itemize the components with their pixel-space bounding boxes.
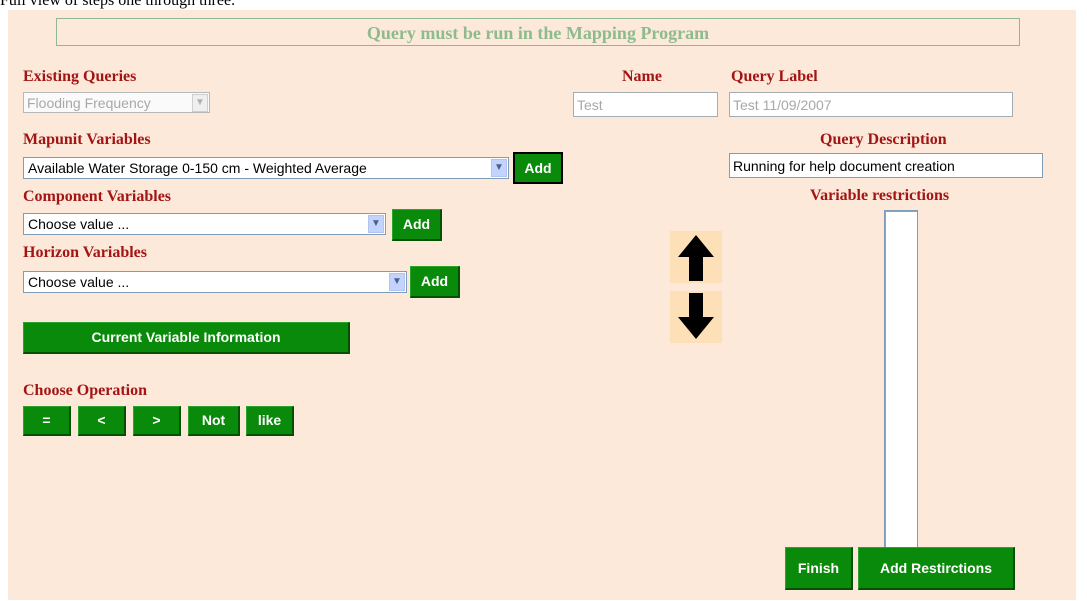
add-restrictions-button[interactable]: Add Restirctions [858,547,1015,590]
query-description-field[interactable]: Running for help document creation [729,153,1043,178]
mapunit-variables-select[interactable]: Available Water Storage 0-150 cm - Weigh… [23,157,509,179]
component-variables-label: Component Variables [23,188,172,205]
component-add-button[interactable]: Add [392,209,442,241]
move-down-button[interactable] [670,291,722,343]
mapunit-variables-label: Mapunit Variables [23,131,151,148]
name-field: Test [573,92,718,117]
operator-less-than-button[interactable]: < [78,406,126,436]
horizon-variables-label: Horizon Variables [23,244,148,261]
component-variables-value: Choose value ... [28,216,130,232]
page-caption: Full view of steps one through three. [0,0,236,9]
variable-restrictions-textarea[interactable] [884,210,918,565]
chevron-down-icon[interactable]: ▼ [491,159,507,177]
query-label-label: Query Label [731,68,818,85]
operator-like-button[interactable]: like [246,406,294,436]
query-label-field: Test 11/09/2007 [729,92,1013,117]
chevron-down-icon[interactable]: ▼ [368,215,384,233]
chevron-down-icon[interactable]: ▼ [389,273,405,291]
operator-equals-button[interactable]: = [23,406,71,436]
choose-operation-label: Choose Operation [23,382,147,399]
query-description-label: Query Description [820,131,947,148]
existing-queries-label: Existing Queries [23,68,137,85]
component-variables-select[interactable]: Choose value ... ▼ [23,213,386,235]
mapping-program-banner: Query must be run in the Mapping Program [56,18,1020,46]
operator-not-button[interactable]: Not [188,406,240,436]
finish-button[interactable]: Finish [785,547,853,590]
existing-queries-select: Flooding Frequency ▼ [23,92,210,113]
arrow-up-icon [678,235,714,281]
chevron-down-icon: ▼ [192,94,208,112]
horizon-variables-value: Choose value ... [28,274,130,290]
mapunit-variables-value: Available Water Storage 0-150 cm - Weigh… [28,160,367,176]
current-variable-information-button[interactable]: Current Variable Information [23,322,350,354]
horizon-add-button[interactable]: Add [410,266,460,298]
horizon-variables-select[interactable]: Choose value ... ▼ [23,271,407,293]
move-up-button[interactable] [670,231,722,283]
variable-restrictions-label: Variable restrictions [810,187,950,204]
existing-queries-value: Flooding Frequency [27,95,151,111]
arrow-down-icon [678,293,714,339]
operator-greater-than-button[interactable]: > [133,406,181,436]
name-label: Name [622,68,662,85]
mapunit-add-button[interactable]: Add [513,152,563,184]
